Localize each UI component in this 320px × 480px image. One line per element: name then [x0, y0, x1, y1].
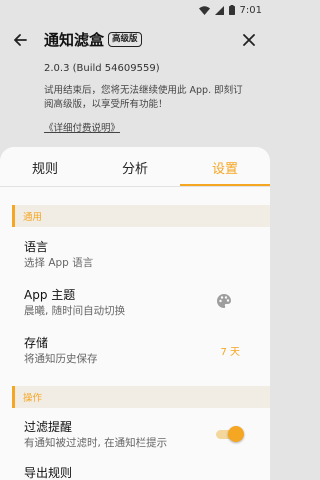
setting-export-rules[interactable]: 导出规则 [0, 462, 270, 480]
setting-theme[interactable]: App 主题 晨曦, 随时间自动切换 [0, 283, 270, 319]
setting-storage[interactable]: 存储 将通知历史保存 7 天 [0, 331, 270, 367]
payment-details-link[interactable]: 《详细付费说明》 [44, 120, 120, 134]
tab-rules[interactable]: 规则 [0, 147, 90, 187]
setting-theme-title: App 主题 [24, 288, 76, 302]
setting-theme-subtitle: 晨曦, 随时间自动切换 [24, 305, 126, 317]
status-time: 7:01 [239, 4, 262, 16]
tab-bar: 规则 分析 设置 [0, 147, 270, 187]
setting-storage-value: 7 天 [220, 347, 240, 358]
status-bar: 7:01 [0, 0, 270, 20]
section-header-general: 通用 [12, 205, 270, 227]
toggle-thumb [228, 426, 244, 442]
back-button[interactable] [10, 30, 30, 50]
version-text: 2.0.3 (Build 54609559) [44, 63, 160, 74]
tab-analysis[interactable]: 分析 [90, 147, 180, 187]
wifi-icon [198, 5, 210, 15]
tab-settings[interactable]: 设置 [180, 147, 270, 187]
setting-export-title: 导出规则 [24, 466, 73, 480]
app-title: 通知滤盒 [44, 31, 105, 49]
palette-icon [217, 294, 231, 308]
setting-language[interactable]: 语言 选择 App 语言 [0, 235, 270, 271]
settings-sheet: 规则 分析 设置 通用 语言 选择 App 语言 App 主题 晨曦, 随时间自… [0, 147, 270, 480]
tab-divider [0, 186, 270, 187]
section-header-operations: 操作 [12, 386, 270, 408]
setting-filter-alert-subtitle: 有通知被过滤时, 在通知栏提示 [24, 437, 168, 449]
setting-language-subtitle: 选择 App 语言 [24, 257, 94, 269]
setting-filter-alert-title: 过滤提醒 [24, 420, 73, 434]
close-icon [243, 34, 255, 46]
signal-icon [214, 5, 224, 15]
setting-language-title: 语言 [24, 240, 49, 254]
battery-icon [228, 5, 235, 15]
toolbar: 通知滤盒 高级版 [0, 22, 270, 58]
trial-notice: 试用结束后，您将无法继续使用此 App. 即刻订阅高级版，以享受所有功能！ [44, 85, 243, 110]
setting-storage-title: 存储 [24, 336, 49, 350]
filter-alert-toggle[interactable] [214, 426, 244, 442]
premium-badge: 高级版 [108, 32, 142, 47]
setting-storage-subtitle: 将通知历史保存 [24, 353, 98, 365]
close-button[interactable] [240, 31, 258, 49]
arrow-left-icon [14, 34, 27, 46]
setting-filter-alert[interactable]: 过滤提醒 有通知被过滤时, 在通知栏提示 [0, 415, 270, 451]
